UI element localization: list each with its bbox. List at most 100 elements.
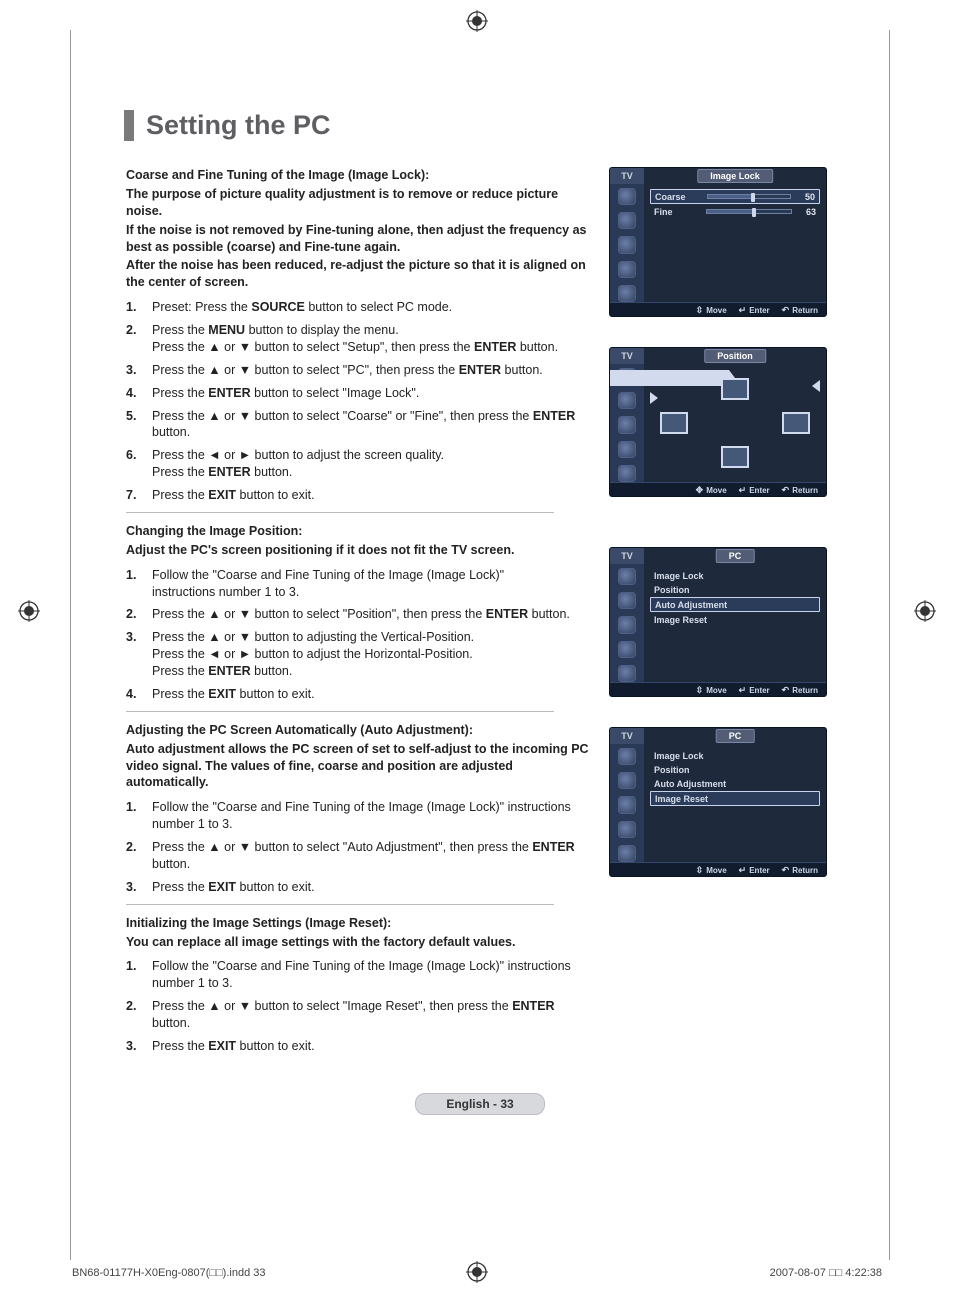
osd-position: TV Position — [609, 347, 827, 497]
section-c-head2: Auto adjustment allows the PC screen of … — [126, 741, 589, 792]
step-text: Preset: Press the SOURCE button to selec… — [152, 299, 589, 316]
enter-icon: ↵ — [739, 485, 747, 496]
osd-icon — [618, 821, 636, 838]
step-number: 1. — [126, 799, 152, 833]
slider-fine — [706, 209, 792, 214]
step-text: Press the ▲ or ▼ button to select "Image… — [152, 998, 589, 1032]
updown-icon: ⇳ — [696, 305, 704, 316]
osd-image-lock: TV Image Lock Coarse — [609, 167, 827, 317]
osd-icon — [618, 285, 636, 302]
step-item: 3.Press the EXIT button to exit. — [126, 879, 589, 896]
section-a-head2: The purpose of picture quality adjustmen… — [126, 186, 589, 220]
side-mark-left — [18, 600, 40, 622]
updown-icon: ⇳ — [696, 865, 704, 876]
osd-sidebar-icons — [610, 564, 644, 682]
pos-box-bottom — [721, 446, 749, 468]
step-item: 2.Press the ▲ or ▼ button to select "Ima… — [126, 998, 589, 1032]
page-frame: Setting the PC Coarse and Fine Tuning of… — [70, 30, 890, 1260]
enter-icon: ↵ — [739, 865, 747, 876]
enter-icon: ↵ — [739, 305, 747, 316]
osd-menu-item: Auto Adjustment — [650, 777, 820, 790]
return-icon: ↶ — [782, 865, 790, 876]
osd-menu-item: Image Reset — [650, 791, 820, 806]
osd-icon — [618, 441, 636, 458]
step-item: 4.Press the EXIT button to exit. — [126, 686, 589, 703]
step-number: 7. — [126, 487, 152, 504]
osd-row-coarse: Coarse 50 — [650, 189, 820, 204]
slider-coarse — [707, 194, 791, 199]
return-icon: ↶ — [782, 305, 790, 316]
osd-sidebar-icons — [610, 184, 644, 302]
step-text: Press the ◄ or ► button to adjust the sc… — [152, 447, 589, 481]
step-number: 1. — [126, 567, 152, 601]
step-text: Press the EXIT button to exit. — [152, 1038, 589, 1055]
osd-tv-label: TV — [610, 548, 644, 564]
step-number: 2. — [126, 998, 152, 1032]
osd3-list: Image Lock Position Auto Adjustment Image R… — [644, 564, 826, 682]
section-a-head1: Coarse and Fine Tuning of the Image (Ima… — [126, 167, 589, 184]
body-text-column: Coarse and Fine Tuning of the Image (Ima… — [126, 167, 589, 1063]
step-item: 3.Press the ▲ or ▼ button to adjusting t… — [126, 629, 589, 680]
section-d-head2: You can replace all image settings with … — [126, 934, 589, 951]
osd-icon — [618, 748, 636, 765]
section-a-head4: After the noise has been reduced, re-adj… — [126, 257, 589, 291]
step-number: 3. — [126, 1038, 152, 1055]
step-item: 7.Press the EXIT button to exit. — [126, 487, 589, 504]
section-b-head2: Adjust the PC's screen positioning if it… — [126, 542, 589, 559]
step-number: 3. — [126, 629, 152, 680]
osd-menu-item: Image Reset — [650, 613, 820, 626]
registration-mark-top — [466, 10, 488, 32]
osd-icon — [618, 616, 636, 633]
osd-icon — [618, 416, 636, 433]
step-text: Press the ▲ or ▼ button to select "Coars… — [152, 408, 589, 442]
step-number: 2. — [126, 322, 152, 356]
step-text: Press the EXIT button to exit. — [152, 879, 589, 896]
step-text: Press the ▲ or ▼ button to select "PC", … — [152, 362, 589, 379]
osd-menu-item-label: Image Lock — [654, 751, 704, 761]
osd3-title: PC — [716, 549, 755, 563]
pos-box-top — [721, 378, 749, 400]
divider — [126, 904, 554, 905]
osd-menu-item-label: Position — [654, 585, 690, 595]
step-item: 1.Follow the "Coarse and Fine Tuning of … — [126, 567, 589, 601]
step-item: 3.Press the ▲ or ▼ button to select "PC"… — [126, 362, 589, 379]
section-auto-adjust: Adjusting the PC Screen Automatically (A… — [126, 722, 589, 896]
divider — [126, 711, 554, 712]
registration-mark-bottom — [466, 1261, 488, 1283]
osd-menu-item: Auto Adjustment — [650, 597, 820, 612]
osd-icon — [618, 212, 636, 229]
step-text: Press the EXIT button to exit. — [152, 487, 589, 504]
osd-icon — [618, 665, 636, 682]
osd-menu-item-label: Image Reset — [654, 615, 707, 625]
step-text: Follow the "Coarse and Fine Tuning of th… — [152, 799, 589, 833]
step-number: 3. — [126, 879, 152, 896]
osd-icon — [618, 592, 636, 609]
step-item: 2.Press the ▲ or ▼ button to select "Aut… — [126, 839, 589, 873]
step-item: 5.Press the ▲ or ▼ button to select "Coa… — [126, 408, 589, 442]
osd-pc-reset: TV PC Image LockPositionAuto AdjustmentI… — [609, 727, 827, 877]
step-item: 6.Press the ◄ or ► button to adjust the … — [126, 447, 589, 481]
osd-menu-item: Image Lock — [650, 749, 820, 762]
step-item: 1.Follow the "Coarse and Fine Tuning of … — [126, 958, 589, 992]
footer-filename: BN68-01177H-X0Eng-0807(□□).indd 33 — [72, 1267, 265, 1279]
section-d-head1: Initializing the Image Settings (Image R… — [126, 915, 589, 932]
step-number: 4. — [126, 385, 152, 402]
step-number: 3. — [126, 362, 152, 379]
position-diagram — [644, 364, 826, 482]
section-position: Changing the Image Position: Adjust the … — [126, 523, 589, 703]
osd-icon — [618, 796, 636, 813]
enter-icon: ↵ — [739, 685, 747, 696]
osd-footer: ✥Move ↵Enter ↶Return — [610, 482, 826, 497]
section-d-steps: 1.Follow the "Coarse and Fine Tuning of … — [126, 958, 589, 1054]
return-icon: ↶ — [782, 685, 790, 696]
step-item: 2.Press the ▲ or ▼ button to select "Pos… — [126, 606, 589, 623]
step-text: Press the ▲ or ▼ button to adjusting the… — [152, 629, 589, 680]
osd-menu-item: Image Lock — [650, 569, 820, 582]
osd-column: TV Image Lock Coarse — [609, 167, 834, 1063]
osd-icon — [618, 236, 636, 253]
osd-pc-auto: TV PC Image LockPositionAuto AdjustmentI… — [609, 547, 827, 697]
osd-menu-item-label: Auto Adjustment — [655, 600, 727, 610]
section-c-steps: 1.Follow the "Coarse and Fine Tuning of … — [126, 799, 589, 895]
page-number: English - 33 — [415, 1093, 545, 1115]
osd-icon — [618, 392, 636, 409]
